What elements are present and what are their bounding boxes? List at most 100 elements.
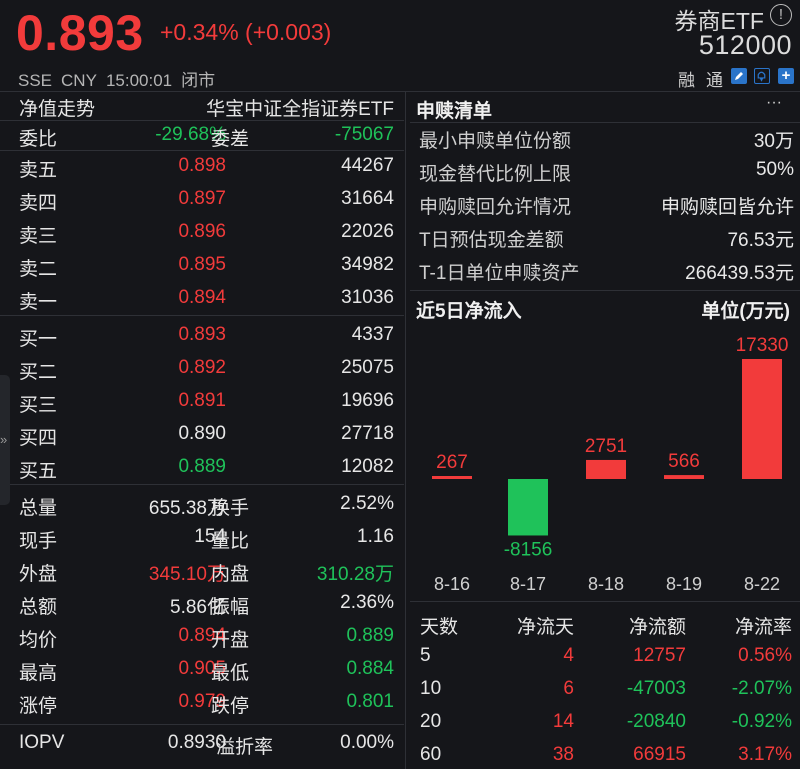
stat-label: 现手	[19, 531, 58, 552]
flow-chart-title: 近5日净流入	[416, 301, 522, 322]
info-icon[interactable]: !	[770, 4, 792, 26]
last-price: 0.893	[16, 5, 144, 61]
flow-days: 60	[420, 744, 442, 765]
flow-days: 20	[420, 711, 442, 732]
flow-days: 5	[420, 645, 431, 666]
edit-icon[interactable]	[731, 68, 747, 84]
margin-tag: 融	[678, 71, 695, 90]
stat-value: 2.36%	[340, 592, 394, 613]
flow-date-label: 8-19	[666, 574, 702, 594]
premium-label: 溢折率	[216, 737, 274, 758]
flow-bar-8-22	[742, 359, 782, 479]
flow-day-count: 4	[563, 645, 574, 666]
more-icon[interactable]: ···	[766, 94, 782, 112]
redemption-key: T-1日单位申赎资产	[419, 263, 580, 284]
flow-bar-8-16	[432, 476, 472, 479]
iopv-label: IOPV	[19, 732, 65, 753]
bid-price: 0.891	[178, 390, 226, 411]
flow-date-label: 8-17	[510, 574, 546, 594]
nav-trend-link[interactable]: 净值走势	[19, 94, 95, 121]
stat-value: 0.884	[346, 658, 394, 679]
premium-value: 0.00%	[340, 732, 394, 753]
redemption-key: 申购赎回允许情况	[419, 197, 572, 218]
flow-value-label: 267	[436, 452, 468, 473]
flow-amount: 66915	[633, 744, 686, 765]
ask-label: 卖五	[19, 160, 58, 181]
plus-icon[interactable]: +	[778, 68, 794, 84]
redemption-value: 申购赎回皆允许	[660, 197, 794, 218]
ask-price: 0.897	[178, 188, 226, 209]
flow-rate: -2.07%	[731, 678, 792, 699]
quote-header: 0.893 +0.34% (+0.003) SSE CNY 15:00:01 闭市 券…	[0, 0, 800, 92]
flow-day-count: 14	[552, 711, 574, 732]
flow-date-label: 8-18	[588, 574, 624, 594]
col-flow-days: 净流天	[516, 617, 574, 638]
flow-rate: 0.56%	[738, 645, 792, 666]
flow-amount: -47003	[626, 678, 686, 699]
stat-label: 开盘	[211, 630, 250, 651]
etf-code: 512000	[698, 30, 792, 60]
divider	[0, 150, 404, 151]
flow-value-label: 17330	[736, 335, 789, 356]
stat-label: 跌停	[211, 696, 250, 717]
flow-date-label: 8-16	[434, 574, 470, 594]
redemption-list-title: 申赎清单	[416, 101, 493, 122]
col-days: 天数	[420, 617, 459, 638]
redemption-key: T日预估现金差额	[419, 230, 564, 251]
bid-label: 买二	[19, 362, 58, 383]
net-inflow-chart: 267 8-16 -8156 8-17 2751 8-18 566 8-19 17330 8-22	[432, 335, 789, 594]
stat-label: 量比	[211, 531, 250, 552]
bid-price: 0.890	[178, 423, 226, 444]
flow-value-label: -8156	[504, 539, 553, 560]
stat-value: 2.52%	[340, 493, 394, 514]
bid-label: 买五	[19, 461, 58, 482]
market-status: 闭市	[181, 71, 216, 90]
weicha-value: -75067	[334, 124, 394, 145]
price-change: +0.34% (+0.003)	[160, 19, 332, 45]
bid-label: 买四	[19, 428, 58, 449]
bid-volume: 4337	[351, 324, 394, 345]
ask-volume: 22026	[341, 221, 394, 242]
stat-value: 0.801	[346, 691, 394, 712]
flow-day-count: 6	[563, 678, 574, 699]
divider	[0, 484, 404, 485]
flow-date-label: 8-22	[744, 574, 780, 594]
redemption-panel: 申赎清单 ··· 最小申赎单位份额 30万 现金替代比例上限 50% 申购赎回允许情况 申…	[410, 92, 800, 769]
divider	[410, 122, 800, 123]
bid-volume: 27718	[341, 423, 394, 444]
weicha-label: 委差	[211, 129, 250, 150]
exchange-label: SSE	[18, 71, 53, 90]
flow-rate: 3.17%	[738, 744, 792, 765]
order-book-panel: 净值走势 华宝中证全指证券ETF 委比 -29.68% 委差 -75067 卖五…	[0, 92, 404, 769]
ask-label: 卖三	[19, 226, 58, 247]
ask-price: 0.894	[178, 287, 226, 308]
flow-value-label: 566	[668, 451, 700, 472]
fund-full-name: 华宝中证全指证券ETF	[206, 99, 394, 120]
stat-label: 总额	[19, 597, 58, 618]
divider	[0, 315, 404, 316]
stat-label: 换手	[211, 498, 250, 519]
flow-bar-8-19	[664, 475, 704, 479]
stat-value: 0.889	[346, 625, 394, 646]
expand-arrow-icon[interactable]: »	[0, 432, 7, 447]
quote-meta: SSE CNY 15:00:01 闭市	[18, 66, 224, 91]
redemption-value: 30万	[753, 131, 794, 152]
divider	[410, 601, 800, 602]
bid-price: 0.893	[178, 324, 226, 345]
bid-label: 买三	[19, 395, 58, 416]
ask-label: 卖四	[19, 193, 58, 214]
ask-volume: 44267	[341, 155, 394, 176]
bell-icon[interactable]	[754, 68, 770, 84]
stat-value: 310.28万	[316, 564, 394, 585]
flow-chart-unit: 单位(万元)	[701, 301, 790, 322]
panel-divider	[405, 92, 406, 769]
flow-amount: -20840	[626, 711, 686, 732]
bid-price: 0.889	[178, 456, 226, 477]
ask-label: 卖一	[19, 292, 58, 313]
flow-rate: -0.92%	[731, 711, 792, 732]
redemption-key: 现金替代比例上限	[419, 164, 572, 185]
ask-volume: 34982	[341, 254, 394, 275]
currency-label: CNY	[61, 71, 97, 90]
stat-label: 内盘	[211, 564, 250, 585]
stat-label: 振幅	[211, 597, 250, 618]
